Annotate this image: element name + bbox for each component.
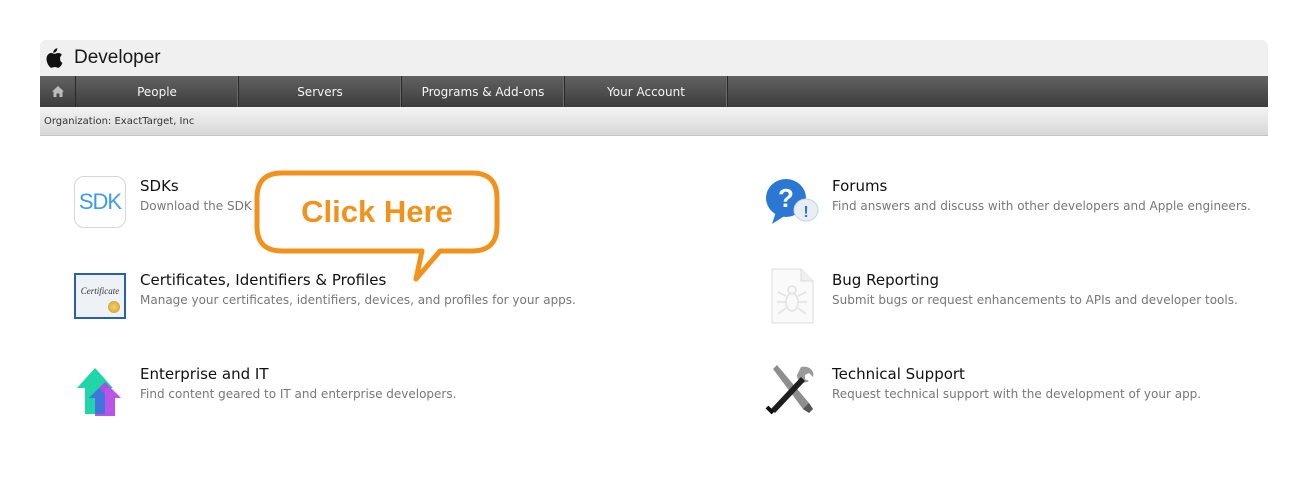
tile-forums[interactable]: ? ! Forums Find answers and discuss with… (764, 174, 1251, 230)
nav-people[interactable]: People (76, 76, 239, 107)
svg-text:!: ! (803, 204, 808, 221)
sdk-icon: SDK (72, 174, 128, 230)
main-nav: People Servers Programs & Add-ons Your A… (40, 76, 1268, 107)
tile-description: Submit bugs or request enhancements to A… (832, 293, 1238, 307)
tile-title[interactable]: Enterprise and IT (140, 364, 456, 384)
click-here-callout: Click Here (254, 170, 500, 282)
organization-bar: Organization: ExactTarget, Inc (40, 107, 1268, 136)
tile-title[interactable]: Technical Support (832, 364, 1201, 384)
svg-text:?: ? (778, 183, 794, 213)
tile-description: Download the SDK (140, 199, 252, 213)
tile-description: Manage your certificates, identifiers, d… (140, 293, 576, 307)
forums-icon: ? ! (764, 174, 820, 230)
organization-label: Organization: ExactTarget, Inc (44, 115, 195, 127)
tile-technical-support[interactable]: Technical Support Request technical supp… (764, 362, 1201, 418)
tile-sdks[interactable]: SDK SDKs Download the SDK (72, 174, 252, 230)
tile-title[interactable]: Bug Reporting (832, 270, 1238, 290)
nav-programs-addons[interactable]: Programs & Add-ons (402, 76, 565, 107)
tile-bug-reporting[interactable]: Bug Reporting Submit bugs or request enh… (764, 268, 1238, 324)
tile-description: Find answers and discuss with other deve… (832, 199, 1251, 213)
tile-title[interactable]: Forums (832, 176, 1251, 196)
tile-title[interactable]: SDKs (140, 176, 252, 196)
tile-description: Request technical support with the devel… (832, 387, 1202, 401)
home-icon[interactable] (40, 76, 76, 107)
tools-icon (764, 362, 820, 418)
apple-logo-icon[interactable] (44, 46, 64, 70)
certificate-icon: Certificate (72, 268, 128, 324)
enterprise-icon (72, 362, 128, 418)
tile-description: Find content geared to IT and enterprise… (140, 387, 457, 401)
nav-your-account[interactable]: Your Account (565, 76, 728, 107)
bug-icon (764, 268, 820, 324)
callout-label: Click Here (301, 194, 453, 229)
site-header: Developer (40, 40, 1268, 76)
nav-servers[interactable]: Servers (239, 76, 402, 107)
tile-enterprise[interactable]: Enterprise and IT Find content geared to… (72, 362, 456, 418)
brand-title[interactable]: Developer (74, 47, 161, 69)
